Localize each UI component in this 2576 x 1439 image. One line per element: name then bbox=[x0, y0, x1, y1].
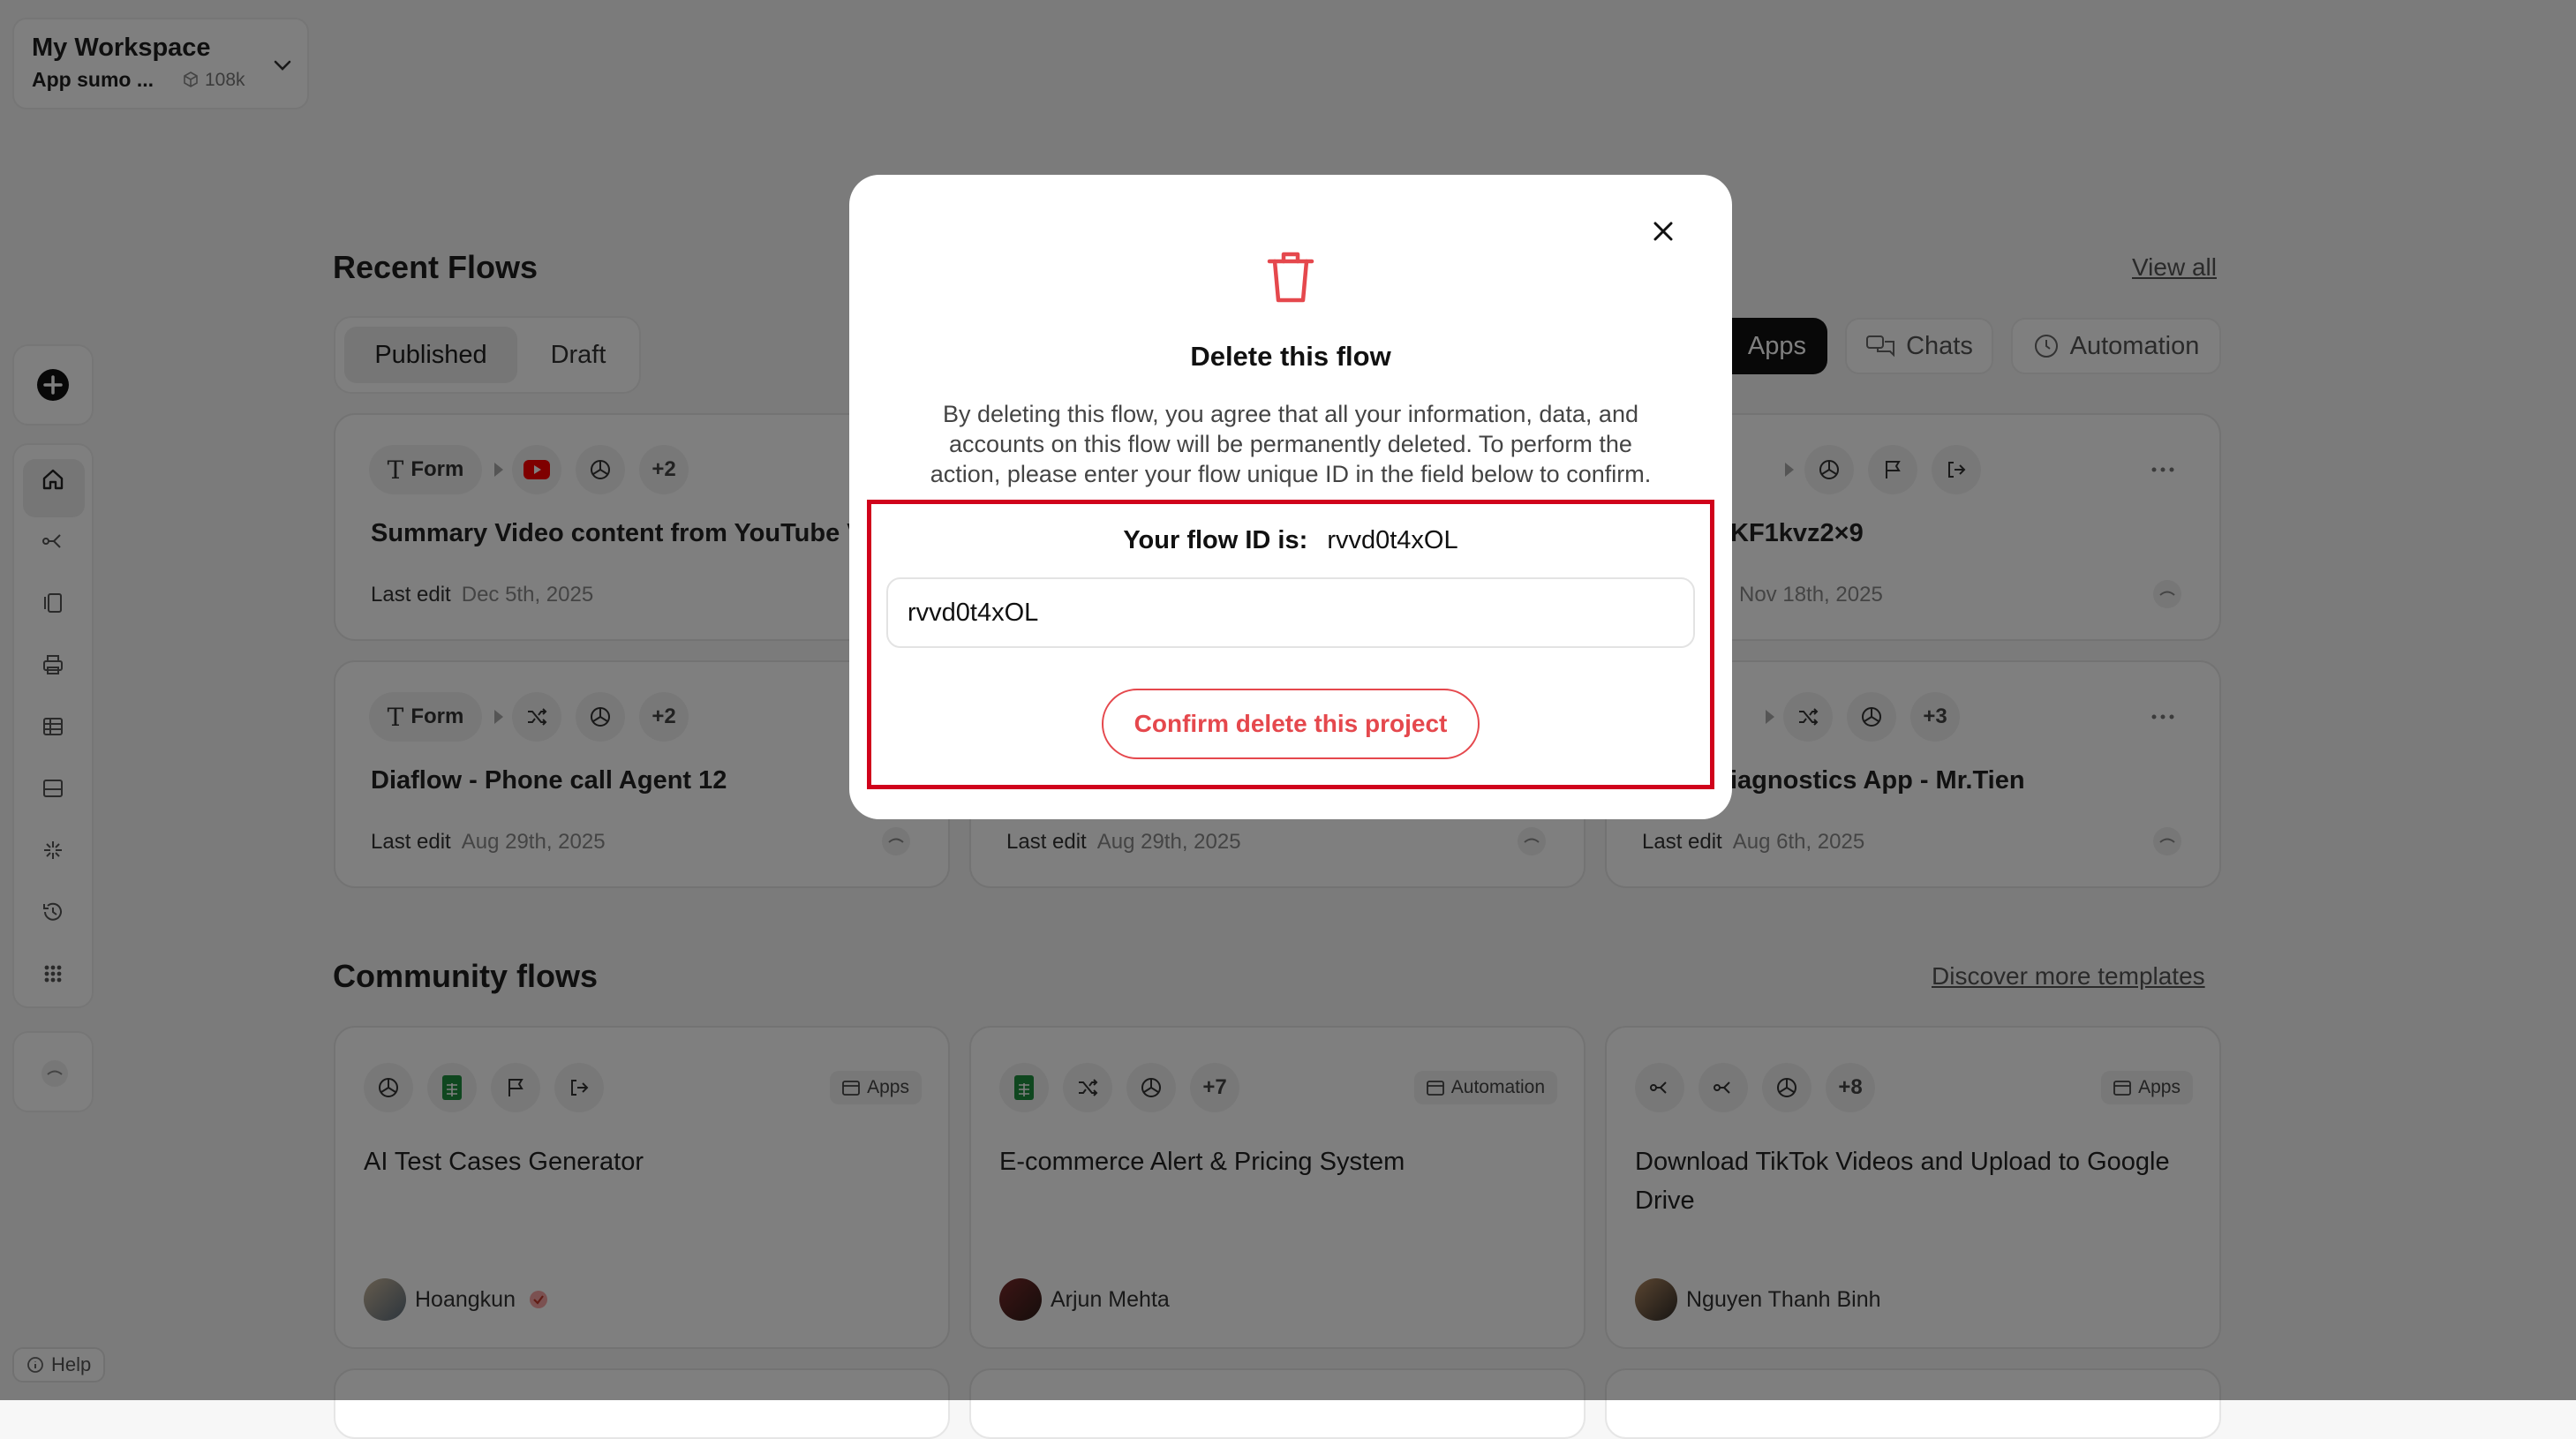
delete-flow-modal: Delete this flow By deleting this flow, … bbox=[849, 175, 1732, 819]
flow-id-input-value: rvvd0t4xOL bbox=[908, 598, 1039, 627]
modal-description-line3: action, please enter your flow unique ID… bbox=[930, 461, 1652, 487]
modal-description: By deleting this flow, you agree that al… bbox=[867, 399, 1714, 489]
flow-id-row: Your flow ID is: rvvd0t4xOL bbox=[849, 526, 1732, 555]
modal-description-line1: By deleting this flow, you agree that al… bbox=[943, 401, 1638, 427]
confirm-delete-label: Confirm delete this project bbox=[1134, 710, 1448, 737]
trash-icon bbox=[1264, 249, 1317, 305]
flow-id-input[interactable]: rvvd0t4xOL bbox=[886, 577, 1695, 648]
modal-title: Delete this flow bbox=[1190, 341, 1391, 372]
confirm-delete-button[interactable]: Confirm delete this project bbox=[1102, 689, 1480, 759]
flow-id-label: Your flow ID is: bbox=[1123, 526, 1308, 554]
flow-id-value: rvvd0t4xOL bbox=[1327, 526, 1458, 554]
close-icon[interactable] bbox=[1647, 215, 1679, 247]
modal-description-line2: accounts on this flow will be permanentl… bbox=[949, 431, 1632, 457]
